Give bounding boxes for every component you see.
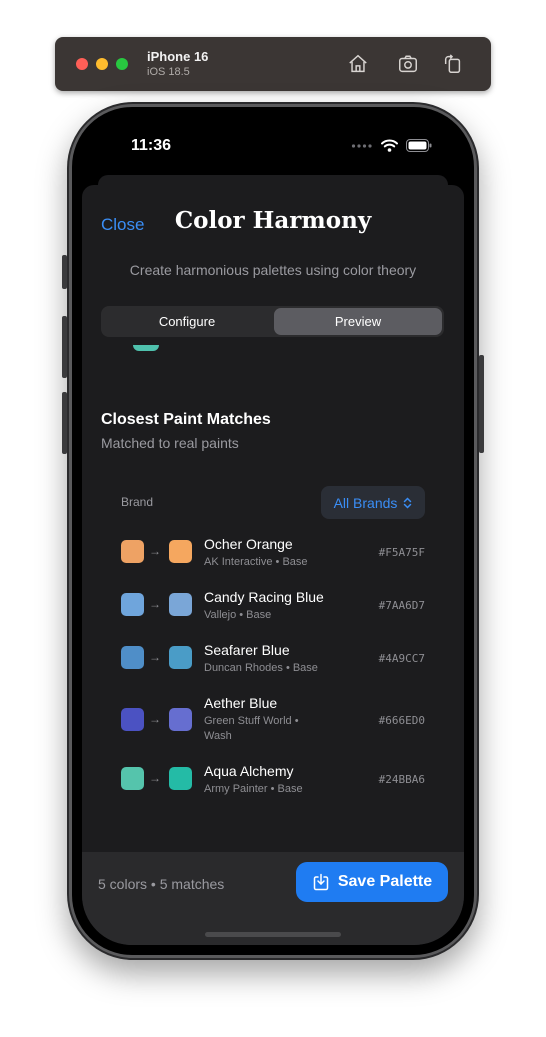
sheet-title: Color Harmony — [174, 207, 372, 234]
download-icon — [313, 873, 329, 891]
device-name: iPhone 16 — [147, 49, 209, 64]
paint-meta: Green Stuff World • Wash — [204, 715, 299, 742]
volume-up-button — [62, 316, 67, 378]
mode-segmented-control: Configure Preview — [101, 306, 444, 337]
matches-title: Closest Paint Matches — [101, 411, 271, 428]
source-color-swatch — [121, 593, 144, 616]
source-color-swatch — [121, 646, 144, 669]
paint-meta: Army Painter • Base — [204, 783, 303, 795]
paint-name: Ocher Orange — [204, 536, 293, 552]
paint-name: Aqua Alchemy — [204, 763, 294, 779]
paint-meta: Vallejo • Base — [204, 609, 272, 621]
palette-swatch-peek — [133, 345, 159, 351]
home-button[interactable] — [345, 51, 371, 77]
status-icons — [351, 139, 432, 152]
simulator-toolbar: iPhone 16 iOS 18.5 — [55, 37, 491, 91]
arrow-right-icon: → — [149, 712, 161, 726]
paint-name: Candy Racing Blue — [204, 589, 324, 605]
paint-hex: #666ED0 — [378, 714, 425, 727]
paint-meta: Duncan Rhodes • Base — [204, 662, 318, 674]
close-window-button[interactable] — [76, 58, 88, 70]
source-color-swatch — [121, 540, 144, 563]
brand-label: Brand — [121, 495, 154, 509]
sheet-subtitle: Create harmonious palettes using color t… — [129, 262, 417, 278]
save-palette-button[interactable]: Save Palette — [296, 862, 448, 902]
volume-down-button — [62, 392, 67, 454]
paint-name: Seafarer Blue — [204, 642, 290, 658]
phone-screen: 11:36 Close Color Harmony Create harmoni… — [82, 117, 464, 945]
brand-picker-value: All Brands — [333, 494, 398, 511]
screenshot-button[interactable] — [395, 51, 421, 77]
paint-name: Aether Blue — [204, 695, 278, 711]
tab-preview[interactable]: Preview — [274, 308, 442, 335]
save-palette-label: Save Palette — [337, 873, 433, 890]
paint-hex: #24BBA6 — [378, 773, 425, 786]
home-indicator — [205, 932, 341, 937]
os-version: iOS 18.5 — [147, 66, 190, 78]
paint-hex: #7AA6D7 — [378, 599, 425, 612]
source-color-swatch — [121, 708, 144, 731]
arrow-right-icon: → — [149, 597, 161, 611]
paint-color-swatch — [169, 767, 192, 790]
home-icon — [349, 54, 367, 73]
paint-meta: AK Interactive • Base — [204, 556, 308, 568]
arrow-right-icon: → — [149, 544, 161, 558]
matches-subtitle: Matched to real paints — [101, 435, 239, 451]
rotate-button[interactable] — [440, 51, 466, 77]
action-button — [62, 255, 67, 289]
source-color-swatch — [121, 767, 144, 790]
paint-hex: #4A9CC7 — [378, 652, 425, 665]
paint-hex: #F5A75F — [378, 546, 425, 559]
paint-color-swatch — [169, 646, 192, 669]
rotate-icon — [444, 54, 461, 73]
color-harmony-sheet: Close Color Harmony Create harmonious pa… — [82, 185, 464, 945]
brand-picker[interactable]: All Brands — [321, 486, 425, 519]
chevron-up-down-icon — [404, 496, 412, 509]
tab-configure[interactable]: Configure — [103, 308, 271, 335]
wifi-icon — [381, 139, 398, 152]
signal-dots-icon — [351, 143, 372, 148]
paint-color-swatch — [169, 708, 192, 731]
palette-summary: 5 colors • 5 matches — [98, 876, 225, 892]
paint-color-swatch — [169, 540, 192, 563]
paint-color-swatch — [169, 593, 192, 616]
status-time: 11:36 — [131, 137, 172, 154]
minimize-window-button[interactable] — [96, 58, 108, 70]
arrow-right-icon: → — [149, 771, 161, 785]
screenshot-icon — [399, 55, 417, 73]
zoom-window-button[interactable] — [116, 58, 128, 70]
arrow-right-icon: → — [149, 650, 161, 664]
power-button — [479, 355, 484, 453]
battery-icon — [406, 139, 432, 152]
